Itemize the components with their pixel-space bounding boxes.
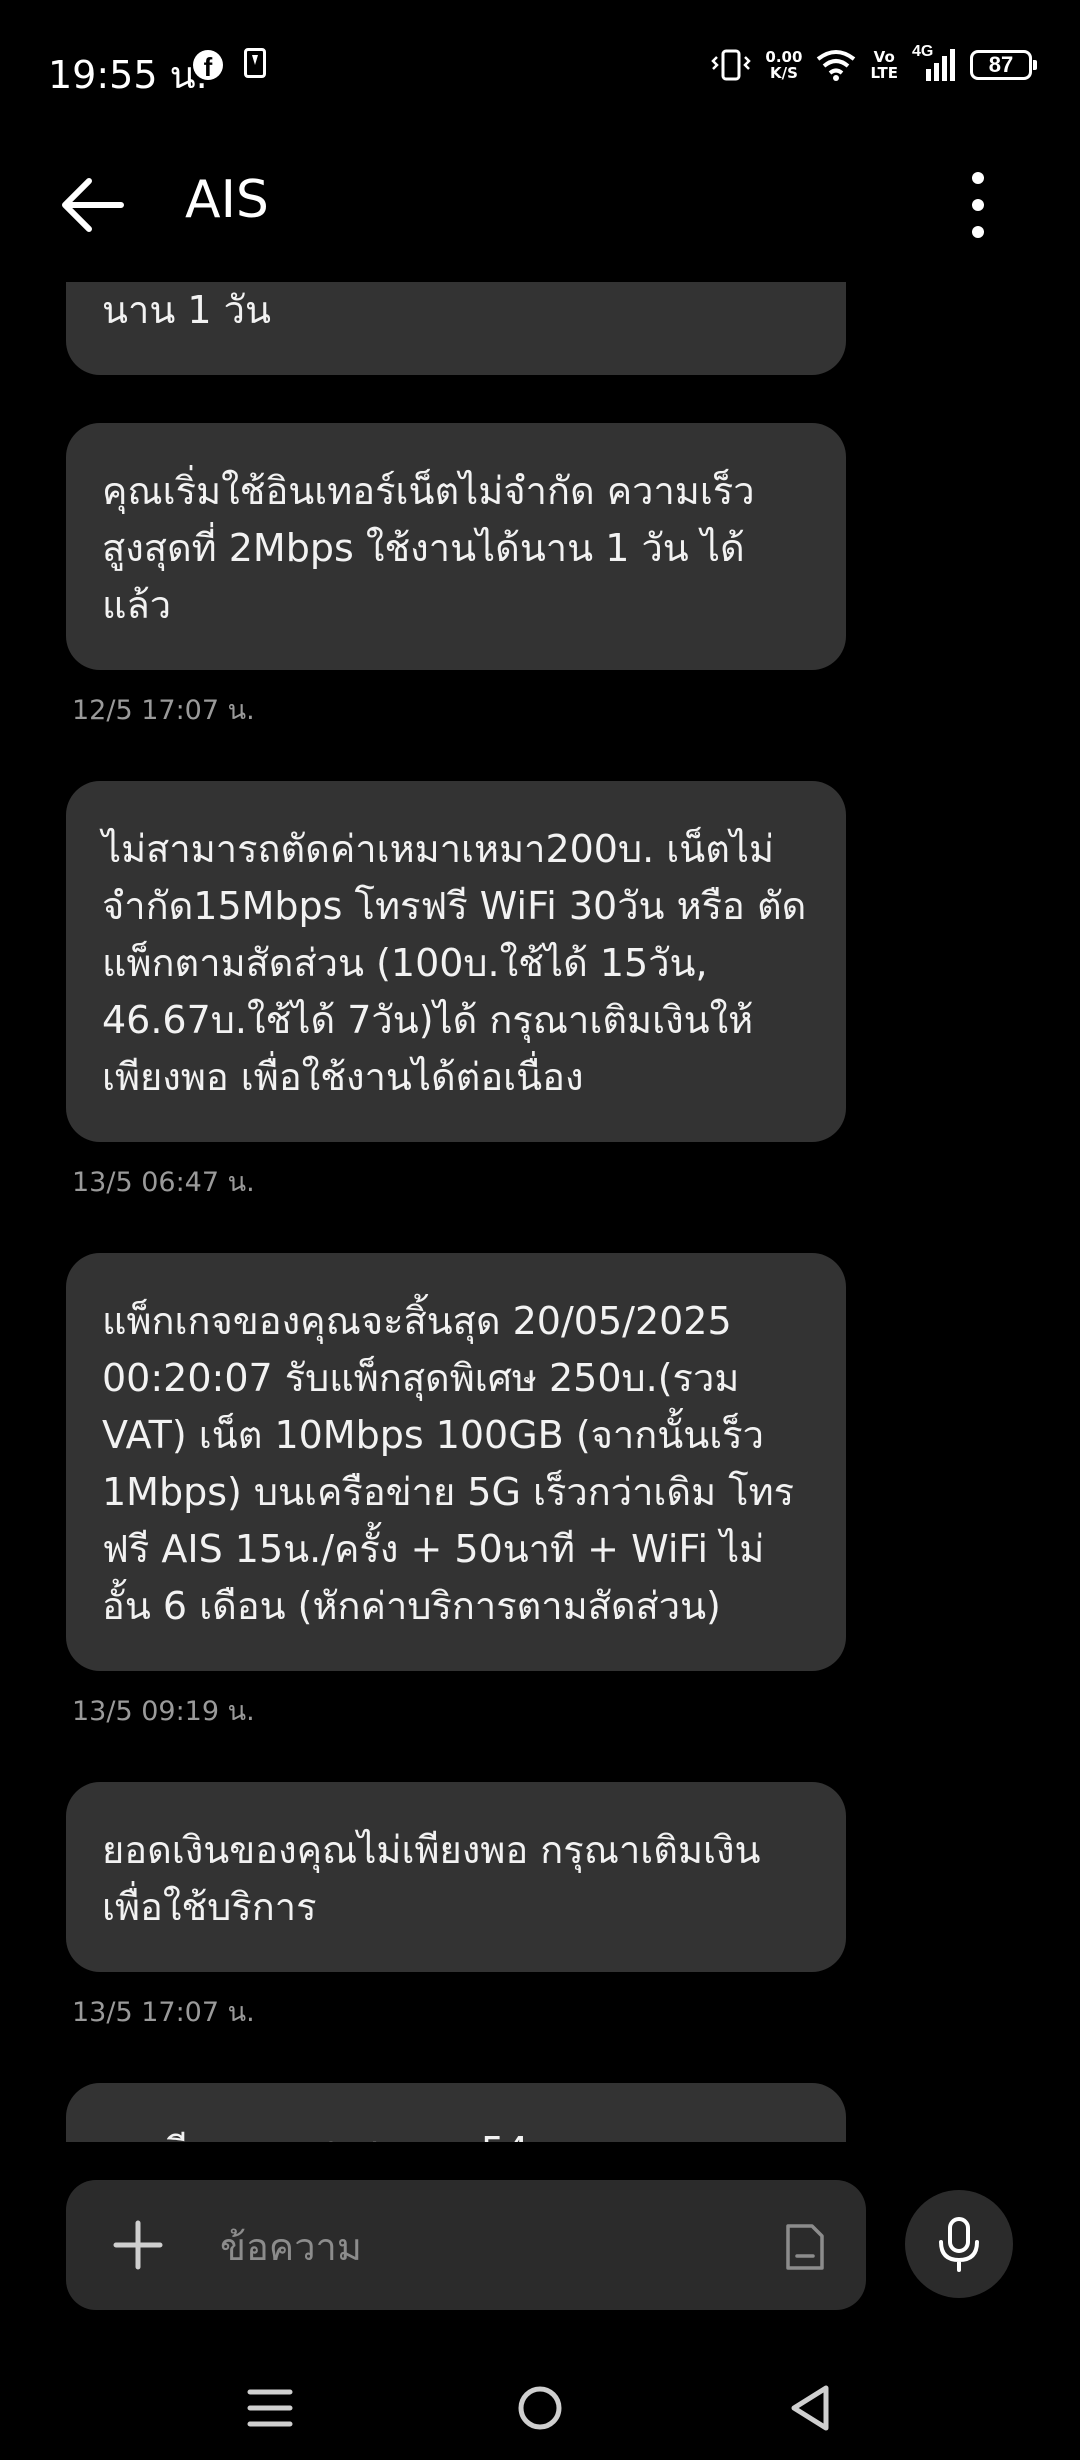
- home-icon[interactable]: [500, 2368, 580, 2448]
- net-speed: 0.00 K/S: [765, 49, 802, 81]
- message-timestamp: 13/5 06:47 น.: [72, 1167, 255, 1198]
- volte-top: Vo: [873, 48, 895, 66]
- recent-apps-icon[interactable]: [230, 2368, 310, 2448]
- message-bubble[interactable]: แพ็กเกจของคุณจะสิ้นสุด 20/05/2025 00:20:…: [66, 1253, 846, 1671]
- message-bubble[interactable]: คุณเริ่มใช้อินเทอร์เน็ตไม่จำกัด ความเร็ว…: [66, 423, 846, 670]
- signal-icon: 4G: [912, 43, 956, 83]
- message-bubble[interactable]: ไม่สามารถตัดค่าเหมาเหมา200บ. เน็ตไม่จำกั…: [66, 781, 846, 1142]
- facebook-icon: f: [193, 50, 223, 80]
- message-timestamp: 13/5 09:19 น.: [72, 1696, 255, 1727]
- message-bubble[interactable]: คุณมีคะแนนสะสมรวม 54 คะแนน หมดอายุ 31 ธ.…: [66, 2083, 846, 2142]
- battery-icon: 87: [970, 50, 1037, 80]
- net-speed-value: 0.00: [765, 48, 803, 66]
- conversation-title: AIS: [185, 170, 269, 230]
- volte-indicator: Vo LTE: [870, 49, 898, 81]
- back-arrow-icon[interactable]: [55, 165, 135, 245]
- compose-bar: [66, 2180, 866, 2310]
- download-icon: [244, 48, 266, 78]
- message-input[interactable]: [218, 2216, 802, 2278]
- vibrate-icon: [711, 49, 752, 81]
- message-bubble[interactable]: ยอดเงินของคุณไม่เพียงพอ กรุณาเติมเงินเพื…: [66, 1782, 846, 1972]
- back-icon[interactable]: [770, 2368, 850, 2448]
- battery-level: 87: [988, 52, 1014, 77]
- message-timestamp: 12/5 17:07 น.: [72, 695, 255, 726]
- more-options-icon[interactable]: [950, 160, 1006, 250]
- wifi-icon: [817, 50, 856, 81]
- message-timestamp: 13/5 17:07 น.: [72, 1997, 255, 2028]
- status-bar: 19:55 น. f 0.00 K/S Vo LTE 4G 87: [0, 0, 1080, 135]
- net-speed-unit: K/S: [769, 64, 798, 82]
- message-list[interactable]: นาน 1 วัน คุณเริ่มใช้อินเทอร์เน็ตไม่จำกั…: [0, 282, 1080, 2142]
- message-bubble[interactable]: นาน 1 วัน: [66, 282, 846, 375]
- app-header: AIS: [0, 135, 1080, 285]
- plus-icon[interactable]: [110, 2217, 166, 2273]
- status-time: 19:55 น.: [48, 53, 208, 97]
- navigation-bar: [0, 2340, 1080, 2460]
- attachment-icon[interactable]: [784, 2222, 826, 2272]
- volte-bottom: LTE: [870, 64, 898, 82]
- microphone-button[interactable]: [905, 2190, 1013, 2298]
- microphone-icon: [939, 2217, 979, 2272]
- status-icons: 0.00 K/S Vo LTE 4G 87: [711, 40, 1037, 90]
